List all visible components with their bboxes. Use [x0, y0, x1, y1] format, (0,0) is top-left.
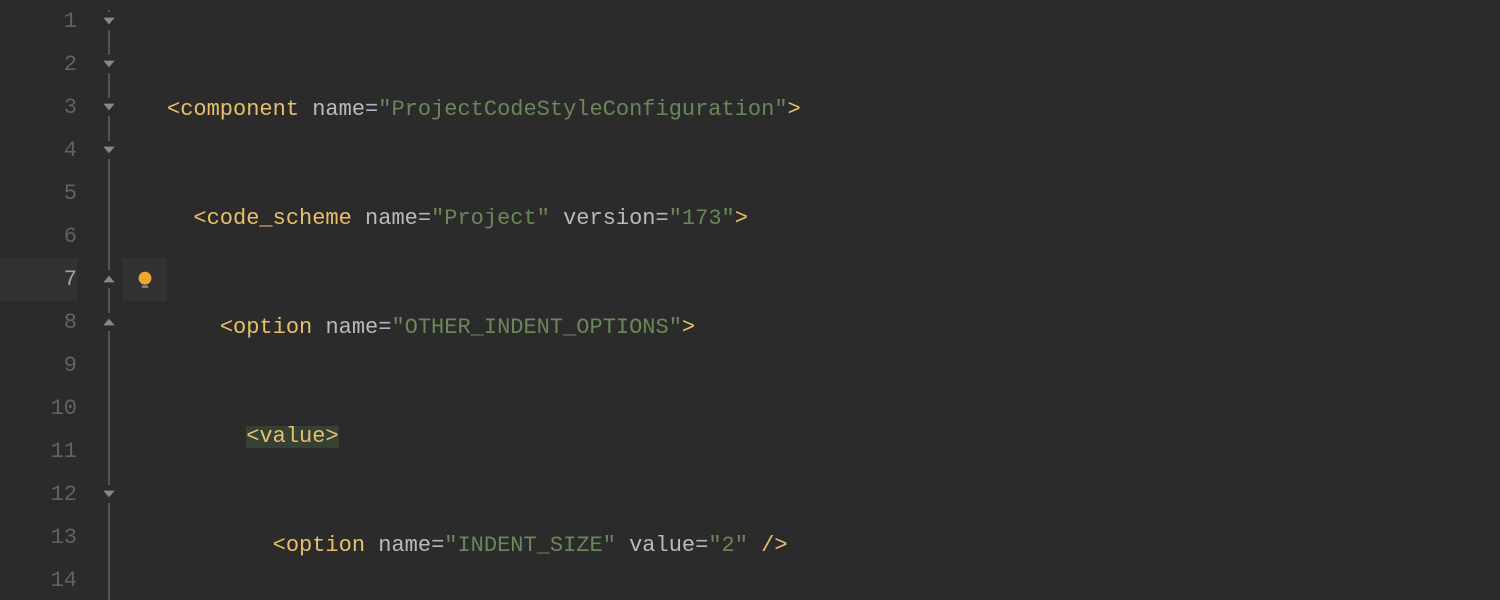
- fold-collapsed-icon[interactable]: [100, 313, 118, 331]
- line-number: 4: [0, 129, 77, 172]
- code-editor[interactable]: 1 2 3 4 5 6 7 8 9 10 11 12 13 14: [0, 0, 1500, 600]
- fold-expanded-icon[interactable]: [100, 12, 118, 30]
- intention-gutter: [123, 0, 167, 600]
- fold-expanded-icon[interactable]: [100, 98, 118, 116]
- line-number: 14: [0, 559, 77, 600]
- code-content[interactable]: <component name="ProjectCodeStyleConfigu…: [167, 0, 1500, 600]
- line-number: 6: [0, 215, 77, 258]
- fold-expanded-icon[interactable]: [100, 485, 118, 503]
- fold-expanded-icon[interactable]: [100, 141, 118, 159]
- code-line[interactable]: <option name="OTHER_INDENT_OPTIONS">: [167, 306, 1500, 349]
- line-number: 12: [0, 473, 77, 516]
- fold-expanded-icon[interactable]: [100, 55, 118, 73]
- line-number: 2: [0, 43, 77, 86]
- code-line[interactable]: <component name="ProjectCodeStyleConfigu…: [167, 88, 1500, 131]
- fold-collapsed-icon[interactable]: [100, 270, 118, 288]
- code-line[interactable]: <option name="INDENT_SIZE" value="2" />: [167, 524, 1500, 567]
- code-line[interactable]: <value>: [167, 415, 1500, 458]
- line-number: 11: [0, 430, 77, 473]
- line-number: 5: [0, 172, 77, 215]
- line-number: 1: [0, 0, 77, 43]
- line-number: 9: [0, 344, 77, 387]
- intention-bulb[interactable]: [123, 258, 167, 301]
- line-number: 13: [0, 516, 77, 559]
- code-line[interactable]: <code_scheme name="Project" version="173…: [167, 197, 1500, 240]
- line-number-current: 7: [0, 258, 77, 301]
- line-number: 8: [0, 301, 77, 344]
- line-number: 3: [0, 86, 77, 129]
- fold-gutter[interactable]: [95, 0, 123, 600]
- line-number: 10: [0, 387, 77, 430]
- lightbulb-icon: [134, 269, 156, 291]
- line-number-gutter: 1 2 3 4 5 6 7 8 9 10 11 12 13 14: [0, 0, 95, 600]
